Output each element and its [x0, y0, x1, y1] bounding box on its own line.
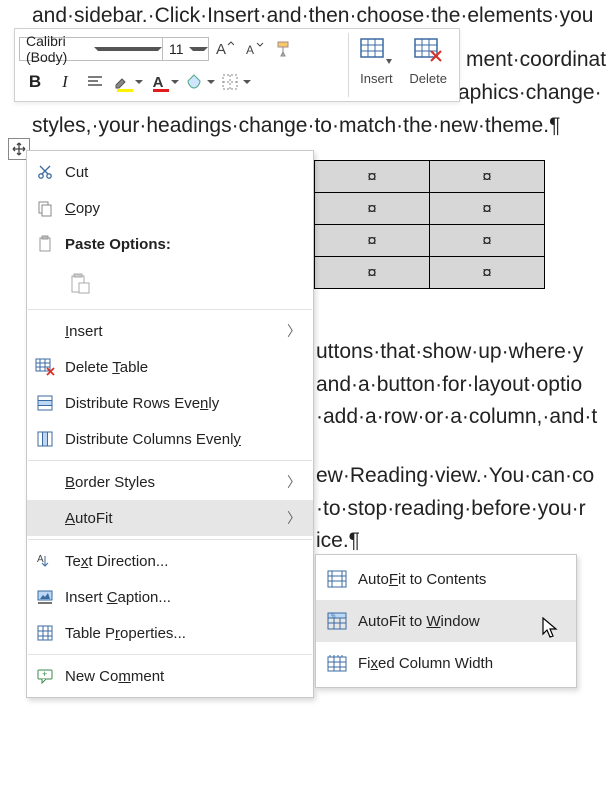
autofit-window-icon: %: [316, 611, 358, 631]
submenu-fixed-column-width[interactable]: Fixed Column Width: [316, 642, 576, 684]
distribute-rows-icon: [27, 394, 63, 412]
doc-line: styles,·your·headings·change·to·match·th…: [32, 110, 560, 143]
menu-text-direction[interactable]: A Text Direction...: [27, 543, 313, 579]
paste-options-row: [27, 262, 313, 306]
mini-toolbar: Calibri (Body) 11 A A B I: [14, 28, 460, 102]
doc-paragraph: uttons·that·show·up·where·y and·a·button…: [316, 336, 597, 434]
format-painter-button[interactable]: [269, 35, 299, 63]
table-cell[interactable]: ¤: [315, 225, 430, 257]
menu-distribute-columns[interactable]: Distribute Columns Evenly: [27, 421, 313, 457]
menu-cut[interactable]: Cut: [27, 154, 313, 190]
font-name-combo[interactable]: Calibri (Body): [19, 37, 163, 61]
menu-distribute-rows[interactable]: Distribute Rows Evenly: [27, 385, 313, 421]
autofit-contents-icon: [316, 569, 358, 589]
insert-table-group[interactable]: Insert: [351, 33, 401, 99]
comment-icon: +: [27, 667, 63, 685]
clipboard-icon: [27, 235, 63, 253]
menu-separator: [28, 460, 312, 461]
scissors-icon: [27, 163, 63, 181]
menu-delete-table[interactable]: Delete Table: [27, 349, 313, 385]
table-cell[interactable]: ¤: [430, 225, 545, 257]
shrink-font-button[interactable]: A: [239, 35, 269, 63]
table-row: ¤¤: [315, 161, 545, 193]
text-direction-icon: A: [27, 552, 63, 570]
menu-separator: [28, 309, 312, 310]
autofit-submenu: AutoFit to Contents % AutoFit to Window …: [315, 554, 577, 688]
shading-button[interactable]: [183, 68, 217, 96]
table-cell[interactable]: ¤: [315, 161, 430, 193]
table-cell[interactable]: ¤: [315, 193, 430, 225]
delete-table-group[interactable]: Delete: [401, 33, 455, 99]
submenu-autofit-contents[interactable]: AutoFit to Contents: [316, 558, 576, 600]
grow-font-button[interactable]: A: [209, 35, 239, 63]
delete-table-icon: [27, 358, 63, 376]
italic-button[interactable]: I: [51, 68, 79, 96]
menu-paste-options: Paste Options:: [27, 226, 313, 262]
doc-line: aphics·change·: [458, 77, 602, 110]
menu-new-comment[interactable]: + New Comment: [27, 658, 313, 694]
chevron-right-icon: 〉: [287, 321, 301, 341]
table-cell[interactable]: ¤: [430, 161, 545, 193]
table-cell[interactable]: ¤: [430, 257, 545, 289]
bold-button[interactable]: B: [21, 68, 49, 96]
delete-label: Delete: [409, 69, 447, 90]
svg-text:A: A: [246, 43, 254, 57]
menu-insert[interactable]: Insert 〉: [27, 313, 313, 349]
font-color-button[interactable]: A: [147, 68, 181, 96]
fixed-width-icon: [316, 653, 358, 673]
menu-separator: [28, 539, 312, 540]
doc-line: ment·coordinat: [466, 44, 606, 77]
table-properties-icon: [27, 624, 63, 642]
distribute-columns-icon: [27, 430, 63, 448]
align-button[interactable]: [81, 68, 109, 96]
menu-copy[interactable]: Copy: [27, 190, 313, 226]
table-row: ¤¤: [315, 257, 545, 289]
submenu-autofit-window[interactable]: % AutoFit to Window: [316, 600, 576, 642]
table-cell[interactable]: ¤: [315, 257, 430, 289]
borders-button[interactable]: [219, 68, 253, 96]
menu-border-styles[interactable]: Border Styles 〉: [27, 464, 313, 500]
menu-table-properties[interactable]: Table Properties...: [27, 615, 313, 651]
svg-text:A: A: [216, 41, 226, 58]
menu-separator: [28, 654, 312, 655]
chevron-right-icon: 〉: [287, 472, 301, 492]
doc-paragraph: ew·Reading·view.·You·can·co ·to·stop·rea…: [316, 460, 594, 558]
table-context-menu: Cut Copy Paste Options: Insert 〉 Delete …: [26, 150, 314, 698]
menu-autofit[interactable]: AutoFit 〉: [27, 500, 313, 536]
font-size-combo[interactable]: 11: [163, 37, 209, 61]
insert-label: Insert: [360, 69, 393, 90]
copy-icon: [27, 199, 63, 217]
table-cell[interactable]: ¤: [430, 193, 545, 225]
chevron-down-icon[interactable]: [94, 38, 162, 60]
svg-text:+: +: [42, 669, 47, 679]
paste-keep-source-button[interactable]: [63, 267, 97, 301]
table-row: ¤¤: [315, 225, 545, 257]
table-row: ¤¤: [315, 193, 545, 225]
chevron-right-icon: 〉: [287, 508, 301, 528]
highlight-color-button[interactable]: [111, 68, 145, 96]
menu-insert-caption[interactable]: Insert Caption...: [27, 579, 313, 615]
document-table[interactable]: ¤¤ ¤¤ ¤¤ ¤¤: [314, 160, 545, 289]
caption-icon: [27, 588, 63, 606]
chevron-down-icon[interactable]: [189, 38, 209, 60]
